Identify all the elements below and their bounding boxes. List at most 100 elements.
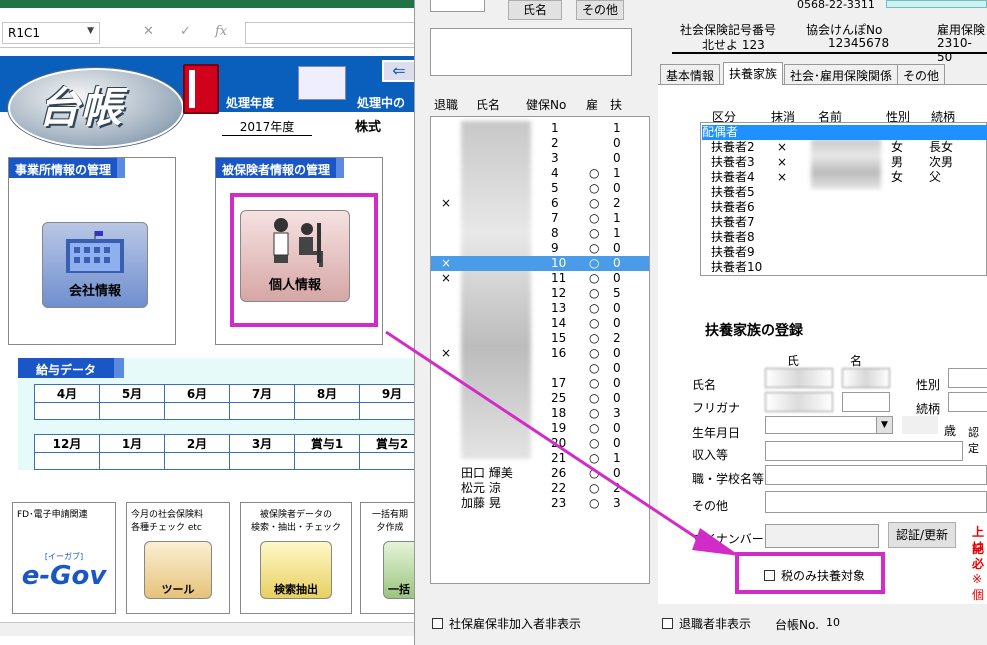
list-row[interactable]: × 11 ○ 0 bbox=[431, 271, 649, 286]
dependent-row[interactable]: 扶養者2 × 女 長女 bbox=[711, 140, 987, 155]
search-name-input[interactable] bbox=[430, 0, 485, 12]
dependent-row[interactable]: 扶養者5 bbox=[711, 185, 987, 200]
dependent-row[interactable]: 扶養者8 bbox=[711, 230, 987, 245]
search-tile[interactable]: 被保険者データの 検索・抽出・チェック 検索抽出 bbox=[240, 502, 352, 614]
dep-sex: 男 bbox=[891, 155, 904, 169]
month-cell[interactable]: 1月 bbox=[99, 434, 165, 453]
list-row[interactable]: 13 ○ 0 bbox=[431, 301, 649, 316]
list-row[interactable]: 30 bbox=[431, 151, 649, 166]
company-info-button[interactable]: 会社情報 bbox=[42, 222, 148, 308]
furigana-surname-input[interactable] bbox=[765, 392, 833, 412]
given-name-input[interactable] bbox=[842, 368, 890, 388]
value-cell[interactable] bbox=[164, 452, 230, 470]
month-cell[interactable]: 6月 bbox=[164, 384, 230, 403]
list-row[interactable]: 21 ○ 1 bbox=[431, 451, 649, 466]
list-row[interactable]: 田口 輝美 26 ○ 0 bbox=[431, 466, 649, 481]
list-row[interactable]: 14 ○ 0 bbox=[431, 316, 649, 331]
list-row[interactable]: 19 ○ 0 bbox=[431, 421, 649, 436]
list-row[interactable]: 9 ○ 0 bbox=[431, 241, 649, 256]
dependent-row[interactable]: 扶養者7 bbox=[711, 215, 987, 230]
month-cell[interactable]: 2月 bbox=[164, 434, 230, 453]
fx-icon[interactable]: fx bbox=[215, 24, 227, 39]
month-cell[interactable]: 3月 bbox=[229, 434, 295, 453]
income-input[interactable] bbox=[765, 441, 963, 461]
month-cell[interactable]: 8月 bbox=[294, 384, 360, 403]
list-row[interactable]: 17 ○ 0 bbox=[431, 376, 649, 391]
chevron-down-icon[interactable]: ▼ bbox=[876, 417, 892, 433]
list-row[interactable]: 松元 涼 22 ○ 2 bbox=[431, 481, 649, 496]
cert-update-button[interactable]: 認証/更新 bbox=[888, 522, 956, 548]
month-cell[interactable]: 4月 bbox=[34, 384, 100, 403]
tab-other[interactable]: その他 bbox=[897, 64, 946, 84]
calendar-icon[interactable] bbox=[298, 66, 346, 100]
list-row[interactable]: 11 bbox=[431, 121, 649, 136]
dependent-row[interactable]: 扶養者9 bbox=[711, 245, 987, 260]
hide-nonmember-checkbox[interactable]: 社保雇保非加入者非表示 bbox=[432, 615, 581, 632]
list-row[interactable]: 12 ○ 5 bbox=[431, 286, 649, 301]
tools-tile[interactable]: 今月の社会保険料 各種チェック etc ツール bbox=[126, 502, 230, 614]
birth-date-select[interactable]: ▼ bbox=[765, 416, 893, 434]
list-row[interactable]: 7 ○ 1 bbox=[431, 211, 649, 226]
value-cell[interactable] bbox=[229, 402, 295, 420]
list-row[interactable]: × 10 ○ 0 bbox=[431, 256, 649, 271]
value-cell[interactable] bbox=[229, 452, 295, 470]
tab-insurance[interactable]: 社会･雇用保険関係 bbox=[784, 64, 899, 84]
employee-list[interactable]: 1 1 2 0 3 0 4 ○ 1 5 ○ 0 × 6 ○ 2 7 ○ 1 8 ○ 1 9 ○ 0 × 10 ○ 0 × 11 ○ 0 12 ○ 5 1… bbox=[430, 116, 650, 584]
tab-dependents[interactable]: 扶養家族 bbox=[723, 62, 784, 85]
value-cell[interactable] bbox=[99, 402, 165, 420]
tab-basic[interactable]: 基本情報 bbox=[660, 64, 721, 84]
dependent-row[interactable]: 扶養者4 × 女 父 bbox=[711, 170, 987, 185]
formula-input[interactable] bbox=[245, 22, 415, 44]
value-cell[interactable] bbox=[99, 452, 165, 470]
memo-box[interactable] bbox=[430, 28, 632, 76]
bulk-tile[interactable]: 一括有期 夕作成 一括 bbox=[360, 502, 420, 614]
sex-input[interactable] bbox=[948, 368, 987, 388]
list-row[interactable]: 4 ○ 1 bbox=[431, 166, 649, 181]
surname-input[interactable] bbox=[765, 368, 833, 388]
cyan-field[interactable] bbox=[886, 0, 987, 8]
checkbox[interactable] bbox=[432, 618, 443, 629]
dependents-list[interactable]: 配偶者 扶養者2 × 女長女 扶養者3 × 男次男 扶養者4 × 女父扶養者5 扶養者6 扶養者7 扶養… bbox=[700, 122, 987, 276]
hide-retired-checkbox[interactable]: 退職者非表示 bbox=[662, 615, 751, 632]
month-cell[interactable]: 賞与1 bbox=[294, 434, 360, 453]
job-input[interactable] bbox=[765, 465, 987, 485]
other-button[interactable]: その他 bbox=[576, 0, 624, 20]
checkbox[interactable] bbox=[662, 618, 673, 629]
list-row[interactable]: 20 ○ 0 bbox=[431, 436, 649, 451]
mynumber-input[interactable] bbox=[765, 524, 879, 548]
value-cell[interactable] bbox=[164, 402, 230, 420]
month-cell[interactable]: 7月 bbox=[229, 384, 295, 403]
dependent-row[interactable]: 扶養者6 bbox=[711, 200, 987, 215]
list-row[interactable]: 15 ○ 2 bbox=[431, 331, 649, 346]
dependent-row[interactable]: 扶養者3 × 男 次男 bbox=[711, 155, 987, 170]
list-row[interactable]: 25 ○ 0 bbox=[431, 391, 649, 406]
month-cell[interactable]: 12月 bbox=[34, 434, 100, 453]
month-cell[interactable]: 5月 bbox=[99, 384, 165, 403]
egov-tile[interactable]: FD･電子申請関連 [イーガブ] e-Gov bbox=[12, 502, 116, 614]
cancel-icon[interactable]: ✕ bbox=[143, 24, 154, 39]
check-icon[interactable]: ✓ bbox=[180, 24, 191, 39]
value-cell[interactable] bbox=[34, 452, 100, 470]
dependent-row[interactable]: 配偶者 bbox=[702, 125, 987, 140]
dependent-row[interactable]: 扶養者10 bbox=[711, 260, 987, 275]
list-row[interactable]: × 16 ○ 0 bbox=[431, 346, 649, 361]
list-row[interactable]: 20 bbox=[431, 136, 649, 151]
value-cell[interactable] bbox=[34, 402, 100, 420]
list-row[interactable]: 8 ○ 1 bbox=[431, 226, 649, 241]
furigana-given-input[interactable] bbox=[842, 392, 890, 412]
name-button[interactable]: 氏名 bbox=[508, 0, 562, 20]
list-row[interactable]: 5 ○ 0 bbox=[431, 181, 649, 196]
other-input[interactable] bbox=[765, 491, 987, 513]
chevron-down-icon[interactable]: ▼ bbox=[87, 26, 94, 36]
name-box[interactable]: R1C1 ▼ bbox=[2, 22, 100, 44]
value-cell[interactable] bbox=[294, 452, 360, 470]
list-row[interactable]: × 6 ○ 2 bbox=[431, 196, 649, 211]
list-row[interactable]: ○ 0 bbox=[431, 361, 649, 376]
back-arrow-icon[interactable]: ⇐ bbox=[382, 60, 416, 82]
value-cell[interactable] bbox=[294, 402, 360, 420]
horizontal-scrollbar[interactable] bbox=[0, 622, 420, 636]
list-row[interactable]: 18 ○ 3 bbox=[431, 406, 649, 421]
cert-label: 認定 bbox=[968, 426, 979, 455]
list-row[interactable]: 加藤 晃 23 ○ 3 bbox=[431, 496, 649, 511]
relation-input[interactable] bbox=[948, 392, 987, 412]
